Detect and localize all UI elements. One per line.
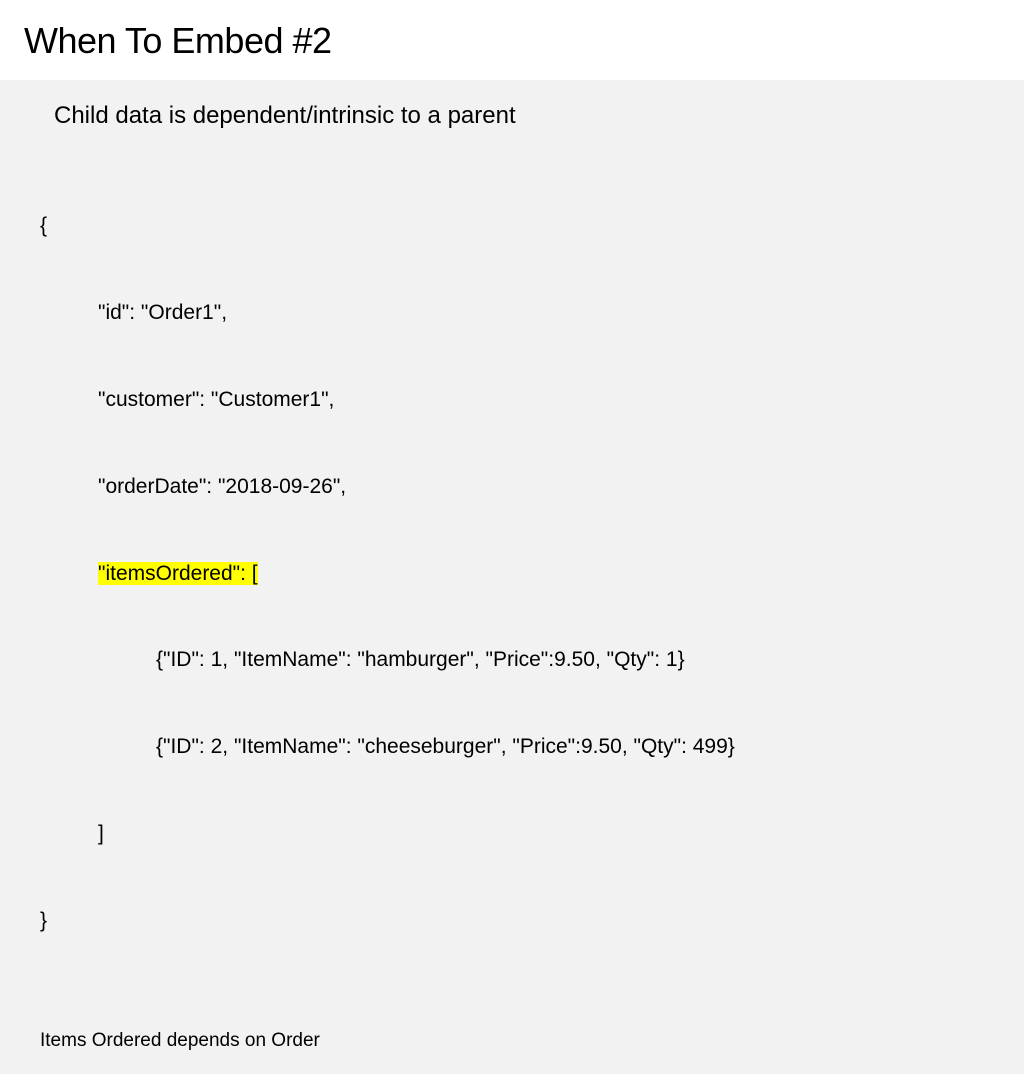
code-block: { "id": "Order1", "customer": "Customer1… [40,154,984,994]
code-line-item2: {"ID": 2, "ItemName": "cheeseburger", "P… [40,733,984,762]
code-line-orderdate: "orderDate": "2018-09-26", [40,473,984,502]
code-line-item1: {"ID": 1, "ItemName": "hamburger", "Pric… [40,646,984,675]
slide-content: Child data is dependent/intrinsic to a p… [0,80,1024,1074]
footer-note: Items Ordered depends on Order [40,1030,984,1052]
code-line-id: "id": "Order1", [40,299,984,328]
slide-title: When To Embed #2 [24,20,1000,62]
highlighted-text: "itemsOrdered": [ [98,562,258,585]
slide-header: When To Embed #2 [0,0,1024,80]
code-line-itemsordered: "itemsOrdered": [ [40,560,984,589]
slide-subtitle: Child data is dependent/intrinsic to a p… [54,102,984,130]
code-line-customer: "customer": "Customer1", [40,386,984,415]
code-line-array-close: ] [40,820,984,849]
code-line-open: { [40,212,984,241]
code-line-close: } [40,907,984,936]
